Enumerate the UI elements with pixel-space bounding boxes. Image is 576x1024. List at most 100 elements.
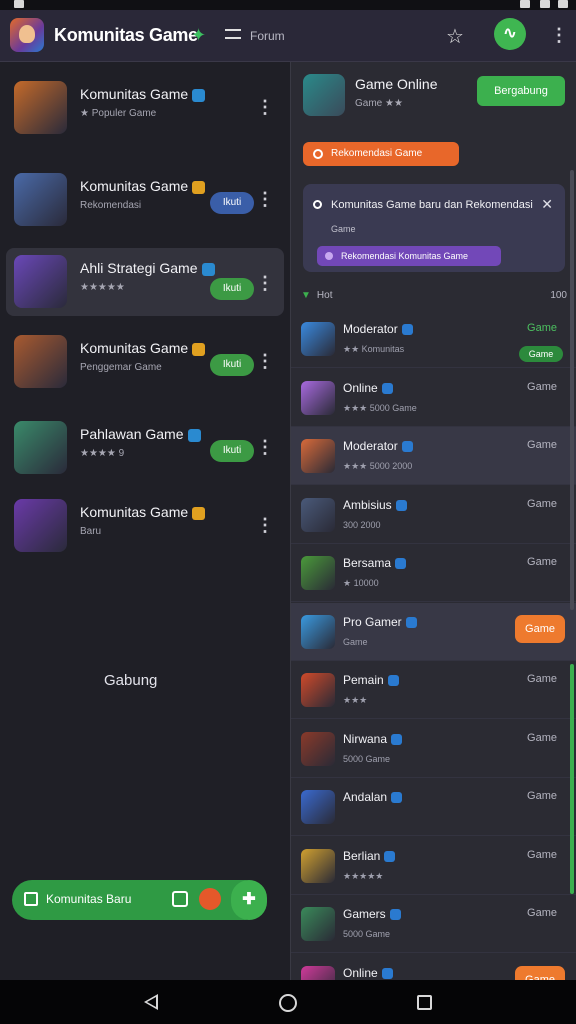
member-list-item[interactable]: Andalan Game bbox=[291, 778, 576, 836]
more-options-icon[interactable]: ⋮ bbox=[256, 516, 274, 534]
info-icon bbox=[313, 200, 322, 209]
member-name: Andalan bbox=[343, 790, 403, 804]
section-header[interactable]: ▼ Hot 100 bbox=[301, 290, 567, 304]
community-avatar bbox=[303, 74, 345, 116]
member-meta: ★★★★★ bbox=[343, 870, 384, 881]
new-community-bar[interactable]: Komunitas Baru ✚ bbox=[12, 880, 267, 920]
community-list-item[interactable]: Komunitas Game Penggemar Game Ikuti ⋮ bbox=[6, 328, 284, 396]
scrollbar[interactable] bbox=[570, 170, 574, 610]
verified-badge bbox=[405, 616, 417, 628]
member-list-item[interactable]: Online ★★★ 5000 Game Game bbox=[291, 369, 576, 427]
member-list-item[interactable]: Berlian ★★★★★ Game bbox=[291, 837, 576, 895]
star-outline-icon[interactable]: ☆ bbox=[446, 24, 464, 49]
verified-badge bbox=[395, 499, 407, 511]
verified-badge bbox=[201, 262, 215, 276]
member-meta: ★★★ 5000 2000 bbox=[343, 461, 413, 471]
verified-badge bbox=[389, 909, 401, 921]
follow-button[interactable]: Ikuti bbox=[210, 354, 254, 376]
member-meta: ★★★ bbox=[343, 695, 368, 705]
verified-badge bbox=[387, 675, 399, 687]
notification-icon bbox=[14, 0, 24, 8]
more-options-icon[interactable]: ⋮ bbox=[256, 98, 274, 116]
member-avatar bbox=[301, 673, 335, 707]
calendar-icon bbox=[24, 892, 38, 906]
verified-badge bbox=[401, 324, 413, 336]
verified-badge bbox=[192, 88, 206, 102]
member-list-item[interactable]: Gamers 5000 Game Game bbox=[291, 895, 576, 953]
community-thumbnail bbox=[14, 335, 67, 388]
member-status: Game bbox=[527, 556, 557, 568]
battery-icon bbox=[558, 0, 568, 8]
community-detail-panel: Game Online Game ★★ Bergabung Rekomendas… bbox=[290, 62, 576, 1012]
member-list-item[interactable]: Nirwana 5000 Game Game bbox=[291, 720, 576, 778]
community-list-item[interactable]: Ahli Strategi Game ★★★★★ Ikuti ⋮ bbox=[6, 248, 284, 316]
follow-button[interactable]: Ikuti bbox=[210, 440, 254, 462]
member-list-item[interactable]: Pemain ★★★ Game bbox=[291, 661, 576, 719]
member-list-item[interactable]: Moderator ★★ Komunitas Game Game bbox=[291, 310, 576, 368]
more-options-icon[interactable]: ⋮ bbox=[256, 352, 274, 370]
recommendation-chip[interactable]: Rekomendasi Game bbox=[303, 142, 459, 166]
back-icon[interactable] bbox=[144, 994, 158, 1010]
member-tag[interactable]: Game bbox=[519, 346, 563, 362]
member-status: Game bbox=[527, 848, 557, 861]
scrollbar-active[interactable] bbox=[570, 664, 574, 894]
join-button[interactable]: Bergabung bbox=[477, 76, 565, 106]
app-logo[interactable] bbox=[10, 18, 44, 52]
member-name: Bersama bbox=[343, 556, 407, 570]
member-list-item[interactable]: Ambisius 300 2000 Game bbox=[291, 486, 576, 544]
member-status: Game bbox=[527, 497, 557, 510]
community-thumbnail bbox=[14, 81, 67, 134]
verified-badge bbox=[192, 506, 206, 520]
member-status: Game bbox=[527, 322, 557, 334]
more-options-icon[interactable]: ⋮ bbox=[256, 438, 274, 456]
app-subtitle[interactable]: Forum bbox=[250, 29, 285, 43]
add-icon[interactable]: ✚ bbox=[231, 880, 267, 920]
member-name: Online bbox=[343, 966, 393, 980]
community-list-item[interactable]: Komunitas Game ★ Populer Game ⋮ bbox=[6, 74, 284, 142]
wifi-icon bbox=[540, 0, 550, 8]
join-label[interactable]: Gabung bbox=[104, 672, 157, 689]
member-name: Online bbox=[343, 381, 393, 395]
member-action-button[interactable]: Game bbox=[515, 614, 565, 643]
announcement-title: Komunitas Game baru dan Rekomendasi bbox=[331, 199, 533, 211]
community-list-item[interactable]: Komunitas Game Rekomendasi Ikuti ⋮ bbox=[6, 166, 284, 234]
member-avatar bbox=[301, 907, 335, 941]
member-avatar bbox=[301, 848, 335, 883]
chat-icon[interactable] bbox=[172, 891, 188, 907]
member-meta: ★★★ 5000 Game bbox=[343, 402, 417, 413]
home-icon[interactable] bbox=[279, 994, 297, 1012]
more-options-icon[interactable]: ⋮ bbox=[550, 26, 568, 44]
hamburger-icon[interactable] bbox=[225, 29, 241, 39]
follow-button[interactable]: Ikuti bbox=[210, 278, 254, 300]
member-list-item[interactable]: Pro Gamer Game Game bbox=[291, 602, 576, 661]
community-list-item[interactable]: Komunitas Game Baru ⋮ bbox=[6, 492, 284, 560]
system-nav-bar bbox=[0, 980, 576, 1024]
member-list-item[interactable]: Bersama ★ 10000 Game bbox=[291, 544, 576, 602]
community-name: Komunitas Game bbox=[80, 178, 206, 194]
member-list-item[interactable]: Moderator ★★★ 5000 2000 Game bbox=[291, 427, 576, 485]
member-meta: Game bbox=[343, 636, 368, 647]
member-avatar bbox=[301, 322, 335, 356]
community-meta: Baru bbox=[80, 526, 102, 537]
more-options-icon[interactable]: ⋮ bbox=[256, 190, 274, 208]
leaf-icon[interactable]: ✦ bbox=[191, 25, 206, 46]
community-name: Komunitas Game bbox=[80, 504, 206, 520]
community-thumbnail bbox=[14, 421, 67, 474]
community-name: Pahlawan Game bbox=[80, 426, 201, 442]
more-options-icon[interactable]: ⋮ bbox=[256, 274, 274, 292]
notification-badge[interactable] bbox=[199, 888, 221, 910]
recents-icon[interactable] bbox=[417, 995, 432, 1010]
member-name: Moderator bbox=[343, 322, 413, 336]
chevron-down-icon: ▼ bbox=[301, 290, 311, 301]
section-count: 100 bbox=[550, 290, 567, 301]
close-icon[interactable]: ✕ bbox=[541, 196, 553, 213]
app-title: Komunitas Game bbox=[54, 25, 198, 45]
follow-button[interactable]: Ikuti bbox=[210, 192, 254, 214]
verified-badge bbox=[381, 382, 393, 394]
community-list-item[interactable]: Pahlawan Game ★★★★ 9 Ikuti ⋮ bbox=[6, 414, 284, 482]
activity-icon[interactable]: ∿ bbox=[494, 18, 526, 50]
verified-badge bbox=[395, 558, 407, 570]
member-avatar bbox=[301, 731, 335, 766]
announcement-pill[interactable]: Rekomendasi Komunitas Game bbox=[317, 246, 501, 266]
member-status: Game bbox=[527, 673, 557, 685]
